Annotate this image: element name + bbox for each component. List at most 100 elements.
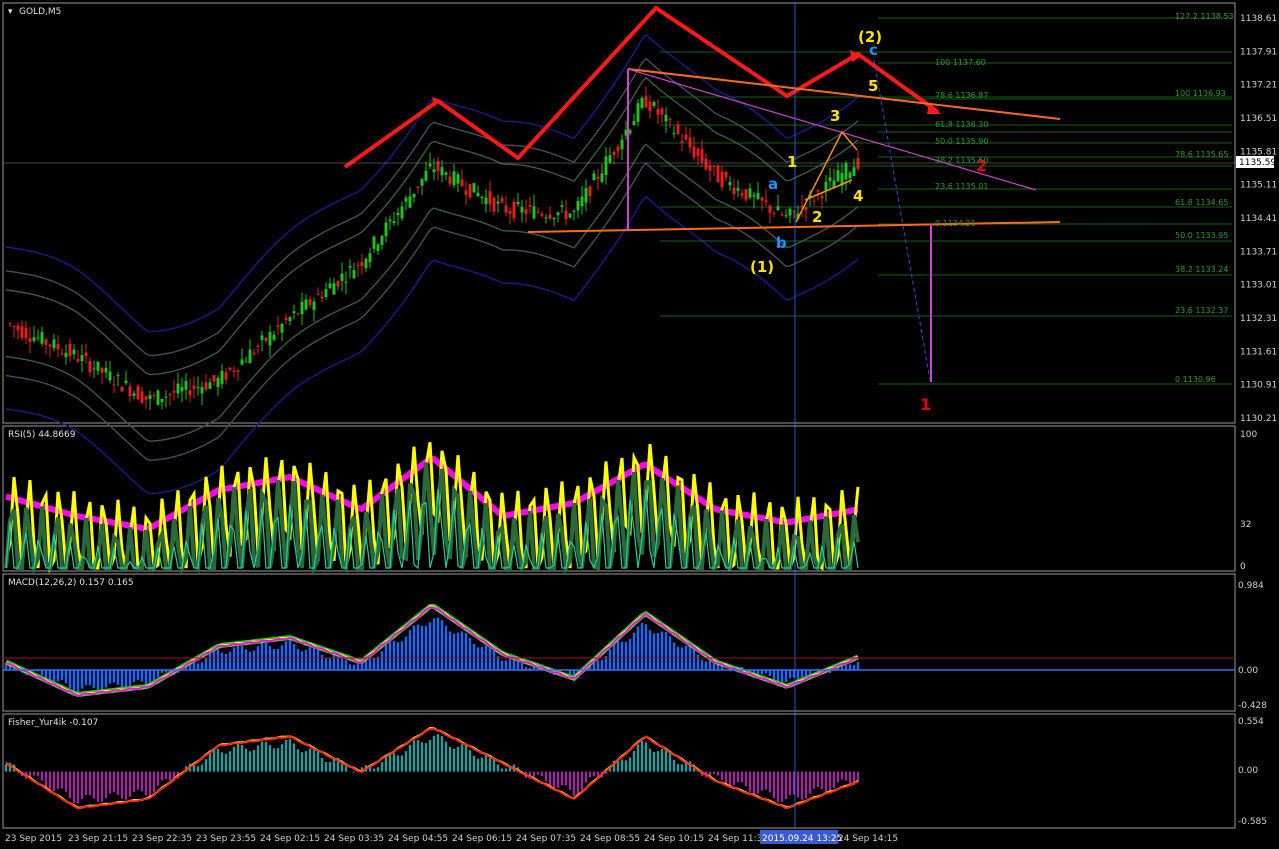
histogram-bar <box>416 740 420 772</box>
histogram-bar <box>244 649 248 671</box>
histogram-bar <box>368 657 372 671</box>
candle-body <box>536 211 540 213</box>
histogram-bar <box>660 748 664 772</box>
candle-body <box>188 390 192 396</box>
histogram-bar <box>216 649 220 671</box>
candle-body <box>684 134 688 140</box>
histogram-bar <box>104 670 108 688</box>
candle-body <box>828 177 832 182</box>
candle-body <box>104 367 108 373</box>
candle-body <box>488 191 492 205</box>
histogram-bar <box>92 771 96 799</box>
histogram-bar <box>384 644 388 671</box>
histogram-bar <box>268 745 272 772</box>
histogram-bar <box>396 755 400 772</box>
histogram-bar <box>292 743 296 772</box>
histogram-bar <box>424 625 428 671</box>
histogram-bar <box>328 657 332 671</box>
candle-body <box>236 370 240 372</box>
candle-body <box>756 192 760 199</box>
histogram-bar <box>272 649 276 671</box>
histogram-bar <box>768 670 772 677</box>
candle-body <box>168 394 172 396</box>
candle-body <box>752 194 756 197</box>
histogram-bar <box>432 735 436 772</box>
histogram-bar <box>304 751 308 772</box>
candle-body <box>760 197 764 201</box>
candle-body <box>564 210 568 220</box>
fisher-axis-label: -0.585 <box>1238 817 1267 827</box>
candle-body <box>136 386 140 400</box>
candle-body <box>412 193 416 198</box>
candle-body <box>248 349 252 364</box>
candle-body <box>436 161 440 172</box>
histogram-bar <box>108 670 112 684</box>
histogram-bar <box>428 740 432 772</box>
price-tick: 1137.91 <box>1240 47 1277 57</box>
candle-body <box>56 344 60 350</box>
histogram-bar <box>88 771 92 796</box>
histogram-bar <box>780 771 784 802</box>
candle-body <box>172 390 176 393</box>
histogram-bar <box>584 771 588 783</box>
wave-label: 1 <box>787 153 797 171</box>
histogram-bar <box>256 745 260 772</box>
histogram-bar <box>788 670 792 679</box>
histogram-bar <box>500 660 504 671</box>
candle-body <box>668 119 672 121</box>
candle-body <box>324 289 328 298</box>
candle-body <box>132 393 136 396</box>
histogram-bar <box>632 632 636 671</box>
price-tick: 1133.01 <box>1240 281 1277 291</box>
fib-label: 127.2 1138.53 <box>1175 12 1234 21</box>
histogram-bar <box>580 771 584 790</box>
histogram-bar <box>356 662 360 671</box>
fib-label: 78.6 1135.65 <box>1175 150 1228 159</box>
histogram-bar <box>704 661 708 671</box>
histogram-bar <box>456 746 460 772</box>
histogram-bar <box>680 647 684 671</box>
histogram-bar <box>504 768 508 772</box>
fib-label: 78.6 1136.87 <box>935 91 988 100</box>
candle-body <box>156 390 160 405</box>
menu-glyph[interactable]: ▾ <box>8 7 13 17</box>
histogram-bar <box>820 771 824 790</box>
histogram-bar <box>380 651 384 671</box>
histogram-bar <box>140 771 144 792</box>
candle-body <box>84 352 88 356</box>
histogram-bar <box>412 625 416 671</box>
histogram-bar <box>520 663 524 671</box>
histogram-bar <box>764 771 768 790</box>
candle-body <box>692 146 696 158</box>
candle-body <box>272 334 276 340</box>
histogram-bar <box>116 771 120 795</box>
histogram-bar <box>708 771 712 776</box>
candle-body <box>280 324 284 333</box>
histogram-bar <box>116 670 120 685</box>
candle-body <box>128 386 132 397</box>
histogram-bar <box>660 631 664 671</box>
macd-axis-label: 0.984 <box>1238 581 1264 591</box>
histogram-bar <box>564 771 568 786</box>
histogram-bar <box>636 626 640 671</box>
histogram-bar <box>460 631 464 671</box>
candle-body <box>192 385 196 389</box>
candle-body <box>476 192 480 197</box>
histogram-bar <box>712 771 716 774</box>
candle-body <box>300 301 304 315</box>
price-tick: 1137.21 <box>1240 81 1277 91</box>
candle-body <box>76 359 80 362</box>
histogram-bar <box>436 617 440 671</box>
histogram-bar <box>36 771 40 777</box>
candle-body <box>88 361 92 373</box>
histogram-bar <box>112 670 116 683</box>
histogram-bar <box>664 749 668 772</box>
histogram-bar <box>436 734 440 772</box>
histogram-bar <box>204 657 208 671</box>
histogram-bar <box>468 637 472 671</box>
candle-body <box>632 120 636 126</box>
histogram-bar <box>324 658 328 671</box>
histogram-bar <box>304 650 308 671</box>
histogram-bar <box>168 771 172 781</box>
histogram-bar <box>484 754 488 772</box>
